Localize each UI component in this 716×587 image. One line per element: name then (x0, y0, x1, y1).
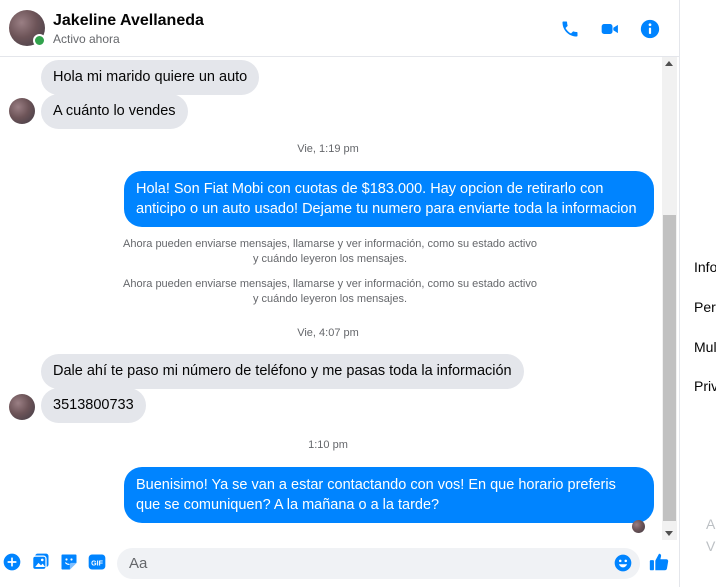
system-notice-line: Ahora pueden enviarse mensajes, llamarse… (123, 238, 537, 250)
incoming-message-bubble[interactable]: Hola mi marido quiere un auto (41, 60, 260, 95)
right-panel-item[interactable]: Mul (694, 339, 716, 355)
incoming-message-bubble[interactable]: A cuánto lo vendes (41, 94, 188, 129)
panel-divider (679, 0, 680, 587)
contact-status: Activo ahora (53, 32, 120, 46)
message-composer: GIF (0, 540, 679, 587)
system-notice-line: y cuándo leyeron los mensajes. (252, 253, 408, 265)
incoming-message-bubble[interactable]: Dale ahí te paso mi número de teléfono y… (41, 354, 524, 389)
contact-name[interactable]: Jakeline Avellaneda (53, 12, 204, 30)
info-icon[interactable] (638, 17, 662, 41)
right-panel-item[interactable]: Info (694, 259, 716, 275)
message-row: Dale ahí te paso mi número de teléfono y… (41, 354, 524, 389)
outgoing-message-bubble[interactable]: Hola! Son Fiat Mobi con cuotas de $183.0… (124, 171, 654, 227)
scroll-down-arrow-icon[interactable] (665, 531, 673, 536)
outgoing-message-bubble[interactable]: Buenisimo! Ya se van a estar contactando… (124, 467, 654, 523)
scroll-up-arrow-icon[interactable] (665, 61, 673, 66)
message-row: A cuánto lo vendes (41, 94, 188, 129)
thumbs-up-icon[interactable] (648, 551, 670, 573)
scroll-thumb[interactable] (663, 215, 676, 521)
message-input[interactable] (117, 548, 640, 579)
sender-avatar[interactable] (9, 394, 35, 420)
image-icon[interactable] (31, 552, 51, 572)
right-panel-item[interactable]: Priv (694, 378, 716, 394)
message-row: 3513800733 (41, 388, 146, 423)
system-notice: Ahora pueden enviarse mensajes, llamarse… (110, 237, 550, 267)
system-notice-line: y cuándo leyeron los mensajes. (252, 293, 408, 305)
video-camera-icon[interactable] (598, 17, 622, 41)
message-row: Buenisimo! Ya se van a estar contactando… (124, 467, 654, 523)
sender-avatar[interactable] (9, 98, 35, 124)
seen-receipt-avatar (632, 520, 645, 533)
sticker-icon[interactable] (59, 552, 79, 572)
phone-icon[interactable] (558, 17, 582, 41)
system-notice-line: Ahora pueden enviarse mensajes, llamarse… (123, 278, 537, 290)
contact-avatar-wrapper[interactable] (9, 10, 46, 47)
timestamp: Vie, 4:07 pm (297, 327, 359, 339)
svg-text:GIF: GIF (91, 559, 103, 567)
plus-circle-icon[interactable] (2, 552, 22, 572)
timestamp: Vie, 1:19 pm (297, 143, 359, 155)
right-panel-item[interactable]: Pers (694, 299, 716, 315)
message-row: Hola mi marido quiere un auto (41, 60, 260, 95)
right-panel-faint-text: V (706, 538, 716, 554)
emoji-icon[interactable] (613, 553, 633, 573)
system-notice: Ahora pueden enviarse mensajes, llamarse… (110, 277, 550, 307)
message-thread[interactable]: Hola mi marido quiere un auto A cuánto l… (0, 57, 662, 540)
message-scrollbar[interactable] (662, 57, 677, 540)
online-status-dot (33, 34, 46, 47)
timestamp: 1:10 pm (308, 439, 348, 451)
incoming-message-bubble[interactable]: 3513800733 (41, 388, 146, 423)
right-panel-faint-text: A (706, 516, 716, 532)
message-row: Hola! Son Fiat Mobi con cuotas de $183.0… (124, 171, 654, 227)
conversation-header: Jakeline Avellaneda Activo ahora (0, 0, 679, 57)
gif-icon[interactable]: GIF (87, 552, 107, 572)
